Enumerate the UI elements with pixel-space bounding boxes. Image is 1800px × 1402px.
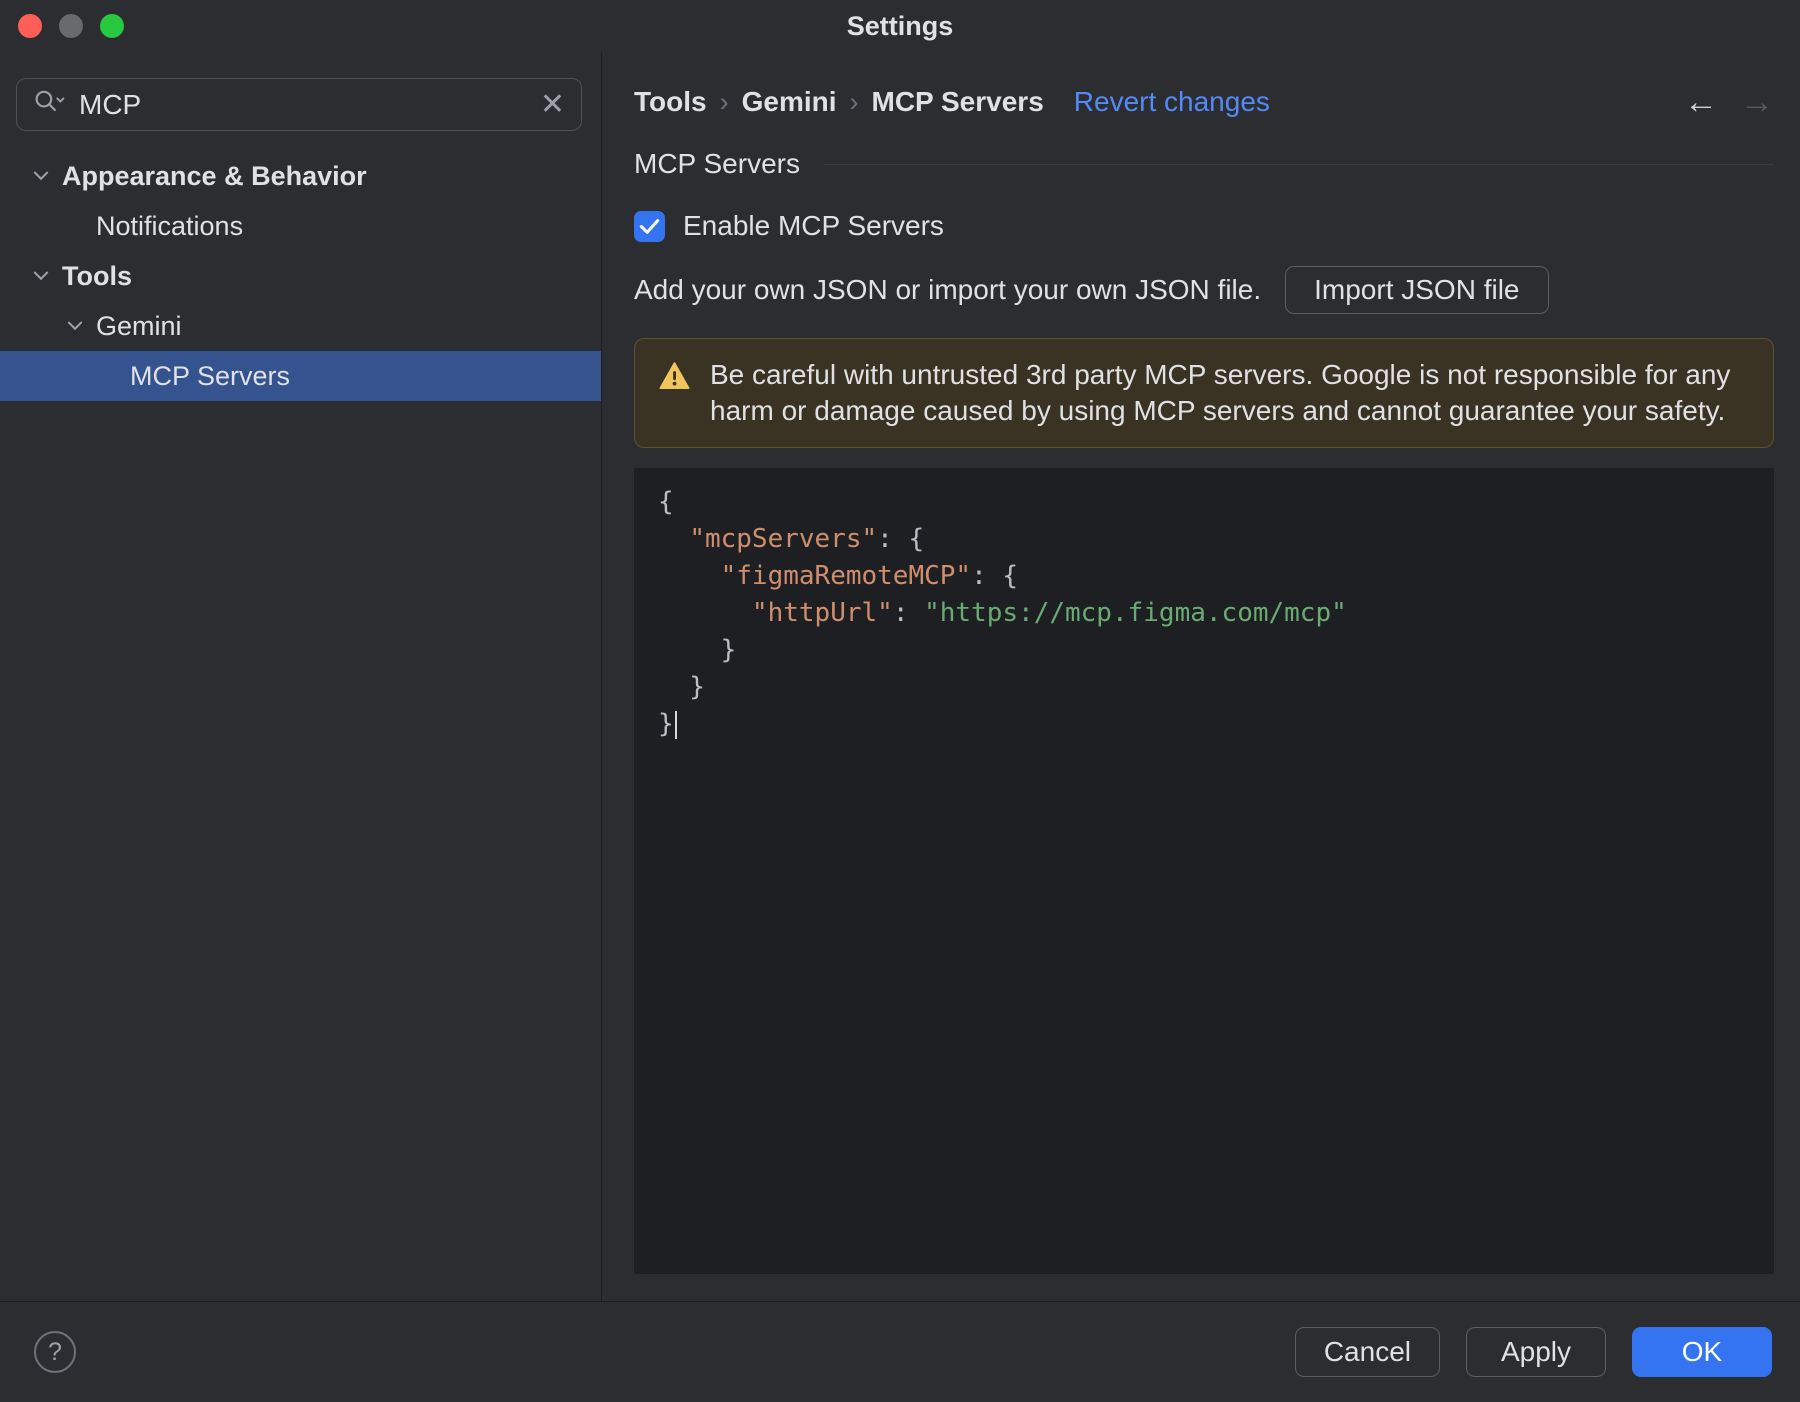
chevron-down-icon[interactable] <box>26 165 56 187</box>
warning-text: Be careful with untrusted 3rd party MCP … <box>710 359 1731 426</box>
back-arrow-icon[interactable]: ← <box>1684 83 1718 122</box>
traffic-lights <box>18 0 124 52</box>
settings-content: Tools › Gemini › MCP Servers Revert changes … <box>602 52 1800 1301</box>
code-token: "https://mcp.figma.com/mcp" <box>924 598 1347 628</box>
search-input[interactable]: MCP ✕ <box>16 78 582 131</box>
sidebar-item-appearance-behavior[interactable]: Appearance & Behavior <box>0 151 601 201</box>
sidebar-item-label: MCP Servers <box>130 360 291 391</box>
zoom-button[interactable] <box>100 14 124 38</box>
code-token: "httpUrl" <box>751 598 893 628</box>
code-token: "mcpServers" <box>689 524 878 554</box>
settings-window: Settings MCP ✕ Appearance & Behavior Noti… <box>0 0 1800 1402</box>
breadcrumb-separator: › <box>849 86 859 117</box>
add-json-row: Add your own JSON or import your own JSO… <box>634 266 1774 314</box>
code-line: } <box>658 706 1754 743</box>
ok-button[interactable]: OK <box>1632 1327 1772 1377</box>
enable-mcp-label: Enable MCP Servers <box>683 210 944 241</box>
footer-buttons: Cancel Apply OK <box>1294 1327 1772 1377</box>
clear-search-icon[interactable]: ✕ <box>540 89 565 120</box>
apply-button[interactable]: Apply <box>1466 1327 1606 1377</box>
help-button[interactable]: ? <box>34 1331 76 1373</box>
forward-arrow-icon: → <box>1740 82 1774 121</box>
code-line: "figmaRemoteMCP": { <box>658 558 1754 595</box>
code-token: } <box>658 709 674 739</box>
footer-bar: ? Cancel Apply OK <box>0 1301 1800 1402</box>
section-title: MCP Servers <box>634 148 800 179</box>
code-token: } <box>658 635 737 665</box>
breadcrumb-item[interactable]: Tools <box>634 86 707 118</box>
search-icon <box>33 88 67 122</box>
separator-line <box>823 163 1774 165</box>
sidebar-item-label: Notifications <box>96 210 244 241</box>
section-separator: MCP Servers <box>634 146 1774 182</box>
code-token: "figmaRemoteMCP" <box>720 561 972 591</box>
sidebar-item-tools[interactable]: Tools <box>0 251 601 301</box>
code-line: "mcpServers": { <box>658 521 1754 558</box>
close-button[interactable] <box>18 14 42 38</box>
code-line: } <box>658 632 1754 669</box>
history-nav: ← → <box>1684 83 1774 122</box>
cancel-button[interactable]: Cancel <box>1294 1327 1440 1377</box>
add-json-text: Add your own JSON or import your own JSO… <box>634 274 1262 305</box>
checkmark-icon <box>639 218 660 234</box>
chevron-down-icon[interactable] <box>60 315 90 337</box>
settings-sidebar: MCP ✕ Appearance & Behavior Notifications… <box>0 52 602 1301</box>
code-line: { <box>658 484 1754 521</box>
search-query: MCP <box>79 88 142 120</box>
settings-tree: Appearance & Behavior Notifications Tools G… <box>0 151 601 401</box>
window-title: Settings <box>846 10 954 41</box>
breadcrumb-item[interactable]: Gemini <box>742 86 837 118</box>
content-header: Tools › Gemini › MCP Servers Revert changes … <box>634 82 1774 122</box>
revert-changes-link[interactable]: Revert changes <box>1074 86 1270 118</box>
sidebar-item-label: Tools <box>62 260 132 291</box>
code-token: : { <box>971 561 1019 591</box>
sidebar-item-label: Appearance & Behavior <box>62 160 367 191</box>
code-token: : { <box>877 524 925 554</box>
sidebar-item-label: Gemini <box>96 310 182 341</box>
breadcrumb-item[interactable]: MCP Servers <box>872 86 1044 118</box>
enable-mcp-row: Enable MCP Servers <box>634 206 1774 246</box>
code-token: } <box>658 672 705 702</box>
code-line: "httpUrl": "https://mcp.figma.com/mcp" <box>658 595 1754 632</box>
sidebar-item-mcp-servers[interactable]: MCP Servers <box>0 351 601 401</box>
titlebar: Settings <box>0 0 1800 52</box>
json-editor[interactable]: { "mcpServers": { "figmaRemoteMCP": { "h… <box>634 468 1774 1274</box>
breadcrumb-separator: › <box>719 86 729 117</box>
warning-banner: Be careful with untrusted 3rd party MCP … <box>634 338 1774 448</box>
import-json-button[interactable]: Import JSON file <box>1285 266 1549 314</box>
chevron-down-icon[interactable] <box>26 265 56 287</box>
text-cursor <box>674 711 677 739</box>
sidebar-item-notifications[interactable]: Notifications <box>0 201 601 251</box>
enable-mcp-checkbox[interactable] <box>634 210 665 242</box>
sidebar-item-gemini[interactable]: Gemini <box>0 301 601 351</box>
code-token: { <box>658 487 674 517</box>
minimize-button[interactable] <box>59 14 83 38</box>
warning-icon <box>659 362 690 397</box>
code-line: } <box>658 669 1754 706</box>
breadcrumb: Tools › Gemini › MCP Servers <box>634 86 1044 118</box>
code-token: : <box>892 598 925 628</box>
